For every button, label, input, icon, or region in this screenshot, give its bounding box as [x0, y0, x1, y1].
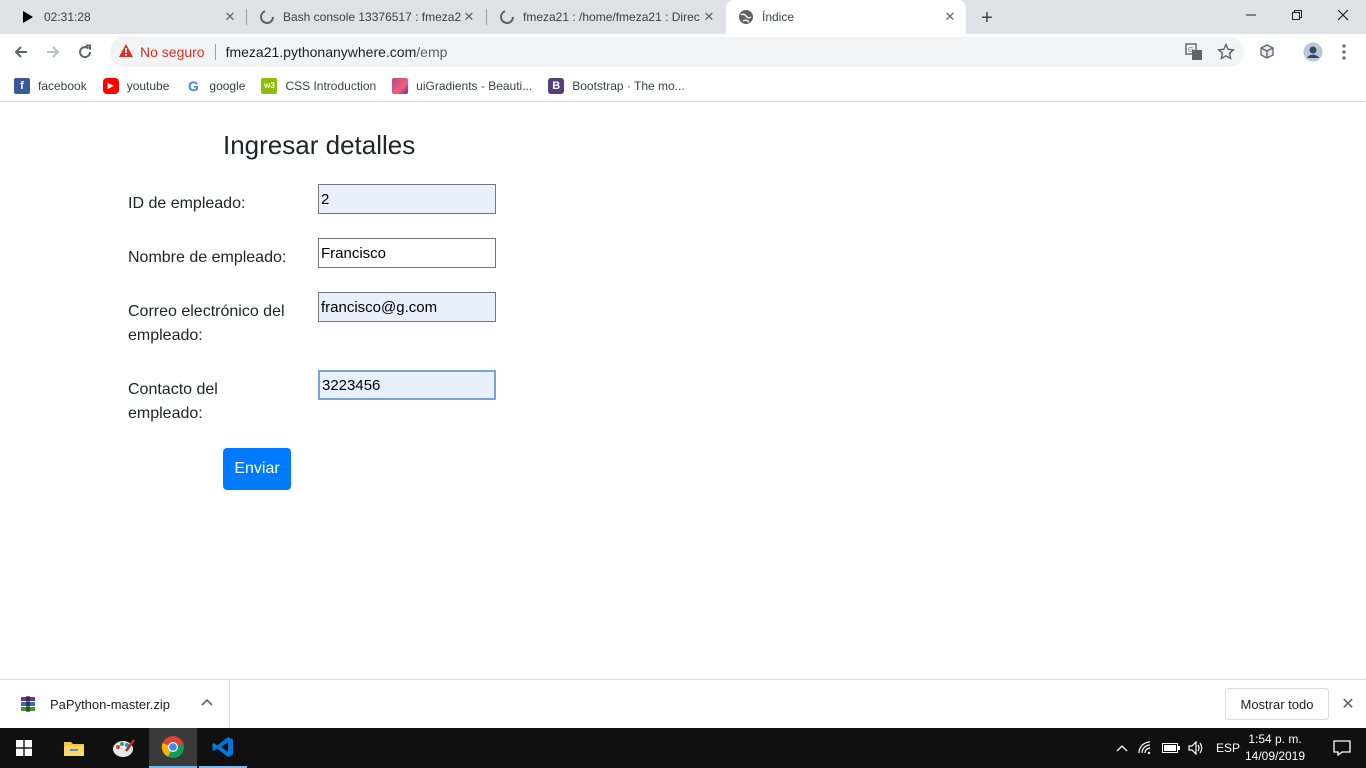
bookmark-label: CSS Introduction	[285, 78, 377, 93]
page-content: Ingresar detalles ID de empleado: Nombre…	[0, 103, 1366, 679]
youtube-icon: ▶	[102, 77, 119, 94]
browser-toolbar: No seguro fmeza21.pythonanywhere.com/emp…	[0, 34, 1366, 70]
show-all-button[interactable]: Mostrar todo	[1225, 688, 1329, 720]
employee-name-input[interactable]	[318, 238, 496, 268]
vscode-icon[interactable]	[199, 728, 247, 768]
forward-button[interactable]	[40, 39, 66, 65]
bookmarks-bar: f facebook ▶ youtube G google w3 CSS Int…	[0, 70, 1366, 102]
bookmark-facebook[interactable]: f facebook	[14, 77, 87, 94]
tab-strip: 02:31:28 ✕ Bash console 13376517 : fmeza…	[0, 0, 1366, 34]
chrome-icon[interactable]	[149, 728, 197, 768]
clock-date: 14/09/2019	[1244, 749, 1306, 763]
bookmark-label: facebook	[38, 78, 87, 93]
close-window-button[interactable]	[1320, 0, 1366, 30]
back-button[interactable]	[8, 39, 34, 65]
page-title: Ingresar detalles	[223, 130, 416, 160]
windows-start-icon[interactable]	[0, 728, 48, 768]
employee-contact-input[interactable]	[318, 370, 496, 400]
bookmark-label: youtube	[126, 78, 170, 93]
close-icon[interactable]: ✕	[942, 9, 958, 25]
tab-timer[interactable]: 02:31:28 ✕	[8, 0, 246, 34]
tab-title: Índice	[762, 10, 795, 24]
wifi-icon[interactable]	[1138, 741, 1154, 755]
profile-avatar[interactable]	[1302, 41, 1324, 63]
battery-icon[interactable]	[1162, 743, 1180, 753]
restore-button[interactable]	[1274, 0, 1320, 30]
bookmark-css-introduction[interactable]: w3 CSS Introduction	[261, 77, 377, 94]
employee-id-label: ID de empleado:	[128, 195, 246, 212]
bookmark-label: google	[209, 78, 246, 93]
clock-time: 1:54 p. m.	[1248, 732, 1302, 746]
globe-icon	[738, 9, 754, 25]
extension-cube-icon[interactable]	[1257, 42, 1277, 62]
reload-button[interactable]	[72, 39, 98, 65]
paint-icon[interactable]	[100, 728, 148, 768]
employee-name-label: Nombre de empleado:	[128, 249, 287, 266]
tab-indice[interactable]: Índice ✕	[726, 0, 966, 34]
download-shelf: PaPython-master.zip Mostrar todo ✕	[0, 679, 1366, 728]
bookmark-label: Bootstrap · The mo...	[572, 78, 685, 93]
tab-directory[interactable]: fmeza21 : /home/fmeza21 : Direc ✕	[487, 0, 725, 34]
submit-button[interactable]: Enviar	[223, 448, 291, 490]
chevron-up-icon[interactable]	[200, 696, 214, 710]
warning-icon[interactable]	[118, 43, 134, 62]
close-icon[interactable]: ✕	[1338, 694, 1358, 714]
facebook-icon: f	[14, 77, 30, 94]
bookmark-bootstrap[interactable]: B Bootstrap · The mo...	[548, 77, 685, 94]
url-host: fmeza21.pythonanywhere.com	[225, 44, 417, 60]
taskbar-clock[interactable]: 1:54 p. m. 14/09/2019	[1240, 731, 1310, 765]
file-explorer-icon[interactable]	[50, 728, 98, 768]
new-tab-button[interactable]: +	[976, 7, 998, 29]
svg-text:G: G	[1188, 46, 1193, 54]
loading-icon	[499, 9, 515, 25]
url-path: /emp	[416, 44, 448, 60]
close-icon[interactable]: ✕	[461, 9, 477, 25]
bookmark-label: uiGradients - Beauti...	[416, 78, 533, 93]
uigradients-icon	[392, 77, 409, 94]
volume-icon[interactable]	[1188, 741, 1204, 755]
chevron-up-icon[interactable]	[1114, 743, 1130, 753]
employee-email-input[interactable]	[318, 292, 496, 322]
w3schools-icon: w3	[261, 77, 278, 94]
archive-icon	[20, 696, 36, 712]
close-icon[interactable]: ✕	[222, 9, 238, 25]
google-icon: G	[187, 77, 199, 94]
download-file-name: PaPython-master.zip	[50, 696, 170, 712]
address-bar[interactable]: No seguro fmeza21.pythonanywhere.com/emp	[110, 37, 1244, 67]
language-indicator[interactable]: ESP	[1216, 741, 1240, 755]
play-cursor-icon	[20, 9, 36, 25]
tab-bash-console[interactable]: Bash console 13376517 : fmeza2 ✕	[247, 0, 485, 34]
tab-title: 02:31:28	[44, 10, 91, 24]
employee-contact-label: Contacto del empleado:	[128, 381, 218, 422]
tab-title: Bash console 13376517 : fmeza2	[283, 10, 461, 24]
bookmark-youtube[interactable]: ▶ youtube	[102, 77, 170, 94]
bookmark-google[interactable]: G google	[185, 77, 246, 94]
windows-taskbar: ESP 1:54 p. m. 14/09/2019	[0, 728, 1366, 768]
menu-dots-icon[interactable]	[1334, 42, 1354, 62]
minimize-button[interactable]	[1228, 0, 1274, 30]
translate-icon[interactable]: G	[1184, 42, 1204, 62]
bootstrap-icon: B	[548, 77, 565, 94]
loading-icon	[259, 9, 275, 25]
security-label[interactable]: No seguro	[140, 44, 205, 60]
employee-id-input[interactable]	[318, 184, 496, 214]
tab-title: fmeza21 : /home/fmeza21 : Direc	[523, 10, 700, 24]
close-icon[interactable]: ✕	[701, 9, 717, 25]
employee-email-label: Correo electrónico del empleado:	[128, 303, 285, 344]
bookmark-star-icon[interactable]	[1216, 42, 1236, 62]
system-tray: ESP	[1114, 728, 1250, 768]
divider	[214, 44, 216, 60]
notifications-icon[interactable]	[1318, 728, 1366, 768]
download-item[interactable]: PaPython-master.zip	[0, 680, 230, 728]
bookmark-uigradients[interactable]: uiGradients - Beauti...	[392, 77, 533, 94]
